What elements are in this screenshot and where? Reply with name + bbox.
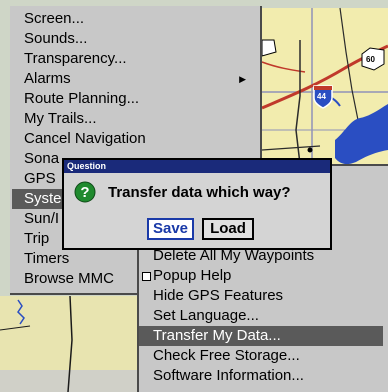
submenu-item-transfer-data[interactable]: Transfer My Data... [139,326,383,346]
map-label-route-60: 60 [366,55,375,64]
menu-item-route-planning[interactable]: Route Planning... [12,89,252,109]
submenu-item-check-storage[interactable]: Check Free Storage... [139,346,383,366]
popup-help-checkbox[interactable] [142,272,151,281]
dialog-title-bar: Question [64,160,330,173]
menu-item-alarms[interactable]: Alarms ▶ [12,69,252,89]
dialog-title: Question [67,161,107,171]
submenu-item-set-language[interactable]: Set Language... [139,306,383,326]
question-icon: ? [74,181,96,203]
menu-item-my-trails[interactable]: My Trails... [12,109,252,129]
load-button[interactable]: Load [202,218,254,240]
question-dialog: Question ? Transfer data which way? Save… [62,158,332,250]
submenu-item-software-info[interactable]: Software Information... [139,366,383,386]
submenu-item-popup-help[interactable]: Popup Help [139,266,383,286]
menu-item-sounds[interactable]: Sounds... [12,29,252,49]
submenu-arrow-icon: ▶ [239,74,246,84]
menu-item-transparency[interactable]: Transparency... [12,49,252,69]
save-button[interactable]: Save [147,218,194,240]
dialog-message: Transfer data which way? [108,184,291,201]
gps-screen: Bartlesville 60 44 Screen... Sounds... T… [0,0,388,392]
map-label-interstate-44: 44 [317,92,326,101]
svg-text:?: ? [80,184,89,201]
submenu-item-hide-gps-features[interactable]: Hide GPS Features [139,286,383,306]
menu-item-cancel-navigation[interactable]: Cancel Navigation [12,129,252,149]
menu-item-screen[interactable]: Screen... [12,9,252,29]
